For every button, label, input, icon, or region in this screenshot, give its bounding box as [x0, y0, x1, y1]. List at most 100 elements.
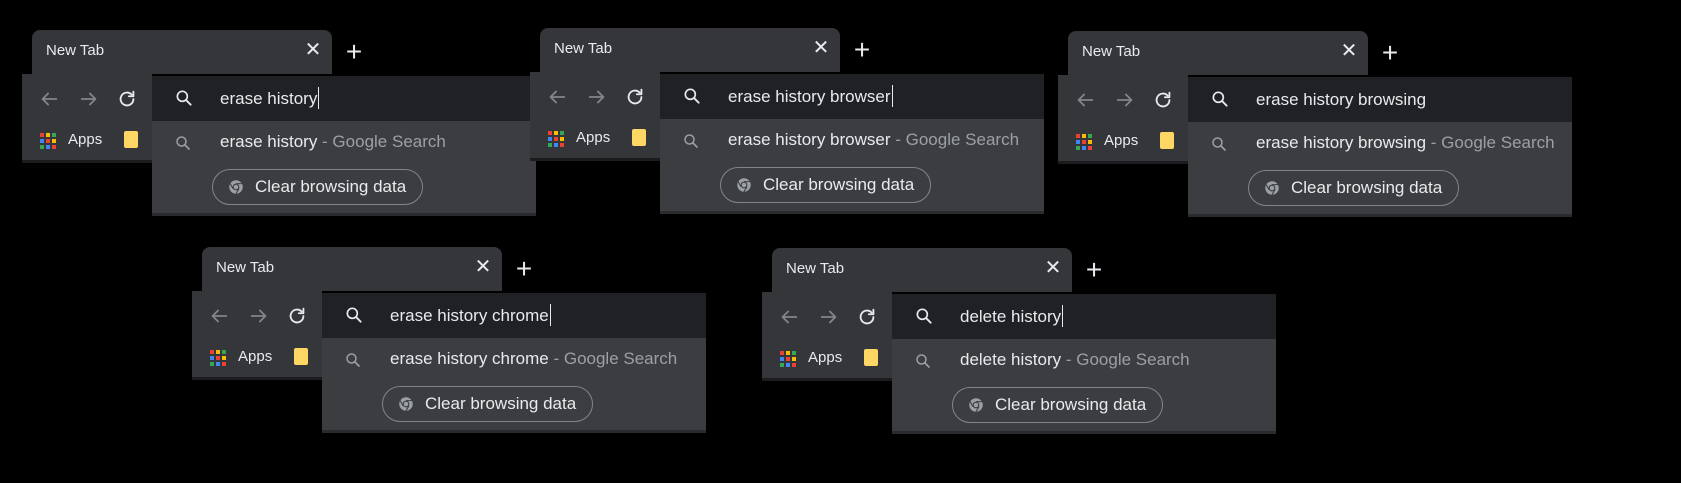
new-tab-button[interactable]: + [510, 255, 538, 284]
close-icon[interactable]: ✕ [304, 40, 322, 60]
folder-icon[interactable] [124, 131, 138, 148]
text-caret [891, 85, 893, 107]
arrow-forward-icon[interactable] [248, 305, 270, 327]
arrow-back-icon[interactable] [778, 306, 800, 328]
close-icon[interactable]: ✕ [1044, 258, 1062, 278]
omnibox-text: erase history [220, 89, 318, 108]
folder-icon[interactable] [864, 349, 878, 366]
suggestion-query: erase history chrome [390, 349, 549, 368]
search-icon [346, 353, 360, 367]
apps-grid-dot [786, 363, 790, 367]
arrow-forward-icon[interactable] [586, 86, 608, 108]
omnibox-text: erase history chrome [390, 306, 549, 325]
folder-icon[interactable] [1160, 132, 1174, 149]
new-tab-button[interactable]: + [848, 34, 876, 65]
bookmark-apps-label: Apps [238, 348, 273, 365]
omnibox-input[interactable]: erase history chrome [390, 304, 551, 326]
apps-grid-dot [216, 350, 220, 354]
arrow-back-icon[interactable] [546, 86, 568, 108]
arrow-forward-icon[interactable] [78, 88, 100, 110]
tab-title: New Tab [1082, 43, 1141, 60]
omnibox-text: delete history [960, 307, 1062, 326]
apps-grid-dot [792, 351, 796, 355]
new-tab-button[interactable]: + [1376, 37, 1404, 68]
toolbar: Apps [1058, 75, 1188, 164]
clear-browsing-data-button[interactable]: Clear browsing data [212, 169, 424, 205]
bookmark-apps-label: Apps [1104, 132, 1139, 149]
arrow-back-icon[interactable] [1074, 89, 1096, 111]
apps-grid-dot [780, 351, 784, 355]
apps-grid-dot [554, 143, 558, 147]
apps-grid-icon [548, 131, 564, 147]
tab[interactable]: New Tab ✕ [202, 247, 502, 291]
suggestion-row[interactable]: erase history - Google Search [152, 121, 536, 163]
omnibox-dropdown: erase history browser - Google Search Cl… [660, 119, 1044, 214]
apps-grid-dot [548, 131, 552, 135]
omnibox-input[interactable]: erase history browsing [1256, 88, 1428, 110]
new-tab-button[interactable]: + [1080, 254, 1108, 285]
suggestion-row[interactable]: erase history browser - Google Search [660, 119, 1044, 161]
reload-icon[interactable] [116, 88, 138, 110]
clear-browsing-data-button[interactable]: Clear browsing data [720, 167, 932, 203]
apps-grid-dot [46, 145, 50, 149]
suggestion-text: erase history browser - Google Search [728, 130, 1019, 150]
suggestion-row[interactable]: delete history - Google Search [892, 339, 1276, 381]
bookmark-apps-label: Apps [576, 129, 611, 146]
apps-grid-dot [786, 357, 790, 361]
apps-grid-dot [216, 362, 220, 366]
browser-window-4: New Tab ✕ + Apps erase history chrome er… [192, 247, 732, 439]
suggestion-source: - Google Search [317, 132, 446, 151]
apps-grid-dot [1082, 146, 1086, 150]
omnibox[interactable]: erase history chrome [322, 293, 706, 338]
tab[interactable]: New Tab ✕ [32, 30, 332, 74]
apps-grid-dot [560, 143, 564, 147]
clear-browsing-data-button[interactable]: Clear browsing data [382, 386, 594, 422]
apps-grid-icon [780, 351, 796, 367]
suggestion-text: erase history browsing - Google Search [1256, 133, 1555, 153]
apps-grid-dot [52, 145, 56, 149]
toolbar: Apps [530, 72, 660, 161]
reload-icon[interactable] [624, 86, 646, 108]
omnibox[interactable]: delete history [892, 294, 1276, 339]
omnibox-text: erase history browser [728, 87, 891, 106]
reload-icon[interactable] [1152, 89, 1174, 111]
omnibox[interactable]: erase history [152, 76, 536, 121]
suggestion-query: erase history browsing [1256, 133, 1427, 152]
search-icon [176, 136, 190, 150]
omnibox[interactable]: erase history browsing [1188, 77, 1572, 122]
close-icon[interactable]: ✕ [474, 257, 492, 277]
omnibox[interactable]: erase history browser [660, 74, 1044, 119]
folder-icon[interactable] [294, 348, 308, 365]
plus-icon: + [1381, 37, 1399, 68]
omnibox-input[interactable]: delete history [960, 305, 1064, 327]
plus-icon: + [345, 36, 363, 67]
arrow-back-icon[interactable] [38, 88, 60, 110]
new-tab-button[interactable]: + [340, 36, 368, 67]
tab-title: New Tab [216, 259, 275, 276]
reload-icon[interactable] [856, 306, 878, 328]
close-icon[interactable]: ✕ [1340, 41, 1358, 61]
search-icon [346, 307, 362, 323]
arrow-forward-icon[interactable] [1114, 89, 1136, 111]
clear-browsing-data-button[interactable]: Clear browsing data [952, 387, 1164, 423]
folder-icon[interactable] [632, 129, 646, 146]
apps-grid-dot [52, 139, 56, 143]
close-icon[interactable]: ✕ [812, 38, 830, 58]
tab[interactable]: New Tab ✕ [772, 248, 1072, 292]
tab[interactable]: New Tab ✕ [1068, 31, 1368, 75]
plus-icon: + [853, 34, 871, 65]
arrow-back-icon[interactable] [208, 305, 230, 327]
arrow-forward-icon[interactable] [818, 306, 840, 328]
apps-grid-dot [46, 133, 50, 137]
suggestion-row[interactable]: erase history browsing - Google Search [1188, 122, 1572, 164]
omnibox-input[interactable]: erase history [220, 87, 320, 109]
clear-browsing-data-label: Clear browsing data [995, 395, 1147, 414]
plus-icon: + [1085, 254, 1103, 285]
omnibox-input[interactable]: erase history browser [728, 85, 893, 107]
suggestion-row[interactable]: erase history chrome - Google Search [322, 338, 706, 380]
clear-browsing-data-label: Clear browsing data [425, 394, 577, 413]
reload-icon[interactable] [286, 305, 308, 327]
bookmark-apps-label: Apps [68, 131, 103, 148]
tab[interactable]: New Tab ✕ [540, 28, 840, 72]
clear-browsing-data-button[interactable]: Clear browsing data [1248, 170, 1460, 206]
